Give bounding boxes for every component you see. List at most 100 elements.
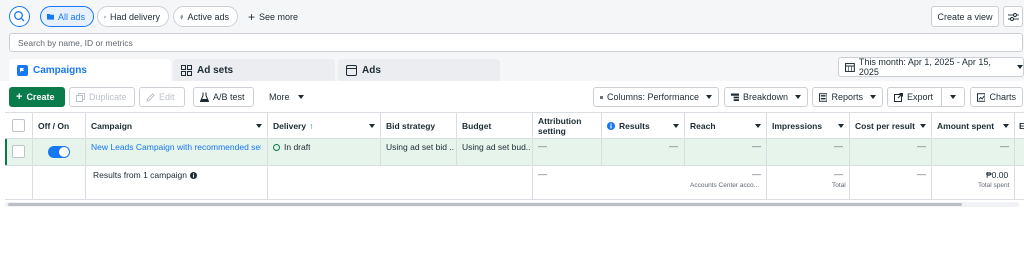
sliders-icon <box>1007 12 1019 21</box>
chevron-down-icon[interactable] <box>838 124 844 128</box>
chevron-down-icon[interactable] <box>256 124 262 128</box>
summary-amount-spent-sub: Total spent <box>978 182 1010 189</box>
row-checkbox[interactable] <box>12 145 25 158</box>
results-cell: — <box>669 141 678 151</box>
summary-label-text: Results from 1 campaign <box>93 170 188 180</box>
breakdown-icon <box>731 93 739 101</box>
see-more-button[interactable]: + See more <box>248 6 298 27</box>
col-divider <box>85 112 86 199</box>
header-off-on: Off / On <box>38 120 70 131</box>
header-campaign[interactable]: Campaign <box>91 113 132 138</box>
duplicate-icon <box>76 92 85 102</box>
col-divider <box>32 112 33 199</box>
header-overflow: E <box>1019 120 1024 131</box>
header-reach[interactable]: Reach <box>690 113 716 138</box>
main-panel <box>0 81 1024 256</box>
impressions-cell: — <box>834 141 843 151</box>
grid-icon <box>181 64 192 76</box>
header-bid-strategy[interactable]: Bid strategy <box>386 113 435 138</box>
duplicate-button[interactable]: Duplicate <box>69 87 135 107</box>
tab-ad-sets[interactable]: Ad sets <box>173 59 335 81</box>
tab-ads[interactable]: Ads <box>338 59 500 81</box>
more-dropdown[interactable]: More <box>262 87 308 107</box>
draft-status-icon <box>273 143 280 151</box>
header-attribution-line2: setting <box>538 125 566 136</box>
create-button[interactable]: + Create <box>9 87 65 107</box>
header-amount-spent[interactable]: Amount spent <box>937 113 994 138</box>
lightning-icon <box>104 15 106 18</box>
summary-impressions: — <box>834 169 843 179</box>
filter-all-ads[interactable]: All ads <box>40 6 94 27</box>
info-icon <box>190 171 198 179</box>
columns-label: Columns: Performance <box>606 92 699 102</box>
chevron-down-icon[interactable] <box>369 124 375 128</box>
chevron-down-icon[interactable] <box>1003 124 1009 128</box>
chevron-down-icon[interactable] <box>920 124 926 128</box>
col-divider <box>456 112 457 166</box>
header-delivery[interactable]: Delivery ↑ <box>273 113 313 138</box>
breakdown-label: Breakdown <box>742 92 788 102</box>
plus-icon: + <box>16 90 23 103</box>
info-icon <box>607 121 615 130</box>
bid-strategy-cell: Using ad set bid ... <box>386 142 454 152</box>
header-attribution[interactable]: Attribution setting <box>538 113 581 138</box>
charts-label: Charts <box>989 92 1016 102</box>
search-toggle-button[interactable] <box>9 6 30 27</box>
header-impressions[interactable]: Impressions <box>772 113 822 138</box>
tab-campaigns-label: Campaigns <box>33 64 87 76</box>
chevron-down-icon[interactable] <box>755 124 761 128</box>
summary-impressions-sub: Total <box>832 182 846 189</box>
toggle-knob <box>59 147 69 157</box>
campaign-toggle[interactable] <box>48 146 70 158</box>
filter-active-ads[interactable]: Active ads <box>173 6 238 27</box>
chevron-down-icon <box>950 95 956 99</box>
delivery-status: In draft <box>273 142 310 152</box>
attribution-cell: — <box>538 141 547 151</box>
ab-test-label: A/B test <box>213 92 245 102</box>
search-placeholder: Search by name, ID or metrics <box>18 37 133 48</box>
create-view-button[interactable]: Create a view <box>931 6 999 27</box>
folder-icon <box>47 14 54 20</box>
amount-spent-cell: — <box>1000 141 1009 151</box>
col-divider <box>849 112 850 199</box>
delivery-status-label: In draft <box>284 142 311 152</box>
export-button[interactable]: Export <box>887 87 942 107</box>
breakdown-dropdown[interactable]: Breakdown <box>724 87 808 107</box>
ab-test-button[interactable]: A/B test <box>193 87 254 107</box>
campaign-name-link[interactable]: New Leads Campaign with recommended sett… <box>91 142 261 152</box>
header-results[interactable]: Results <box>607 113 650 138</box>
header-budget[interactable]: Budget <box>462 113 491 138</box>
chart-icon <box>977 92 986 102</box>
export-menu-button[interactable] <box>941 87 965 107</box>
tab-ad-sets-label: Ad sets <box>197 64 234 76</box>
chevron-down-icon[interactable] <box>673 124 679 128</box>
columns-dropdown[interactable]: Columns: Performance <box>593 87 719 107</box>
date-range-label: This month: Apr 1, 2025 - Apr 15, 2025 <box>858 57 991 77</box>
header-cost-per-result[interactable]: Cost per result <box>855 113 915 138</box>
chevron-down-icon <box>706 95 712 99</box>
col-divider <box>684 112 685 166</box>
col-divider <box>1014 112 1015 199</box>
select-all-checkbox[interactable] <box>12 119 25 132</box>
edit-button[interactable]: Edit <box>139 87 185 107</box>
export-icon <box>894 92 903 102</box>
col-divider <box>931 112 932 199</box>
settings-button[interactable] <box>1003 6 1023 27</box>
chevron-down-icon <box>795 95 801 99</box>
col-divider <box>380 112 381 166</box>
budget-cell: Using ad set bud... <box>462 142 530 152</box>
date-range-picker[interactable]: This month: Apr 1, 2025 - Apr 15, 2025 <box>838 57 1024 77</box>
tab-campaigns[interactable]: Campaigns <box>9 59 171 81</box>
summary-reach: — <box>752 169 761 179</box>
charts-button[interactable]: Charts <box>970 87 1023 107</box>
header-results-label: Results <box>619 120 650 131</box>
filter-had-delivery[interactable]: Had delivery <box>97 6 169 27</box>
row-status-bar <box>5 139 7 165</box>
search-icon <box>14 11 25 22</box>
scrollbar-thumb[interactable] <box>8 203 962 206</box>
edit-label: Edit <box>159 92 175 102</box>
reports-dropdown[interactable]: Reports <box>812 87 883 107</box>
search-input[interactable]: Search by name, ID or metrics <box>9 33 1023 52</box>
calendar-icon <box>845 63 855 72</box>
see-more-label: See more <box>259 11 299 22</box>
